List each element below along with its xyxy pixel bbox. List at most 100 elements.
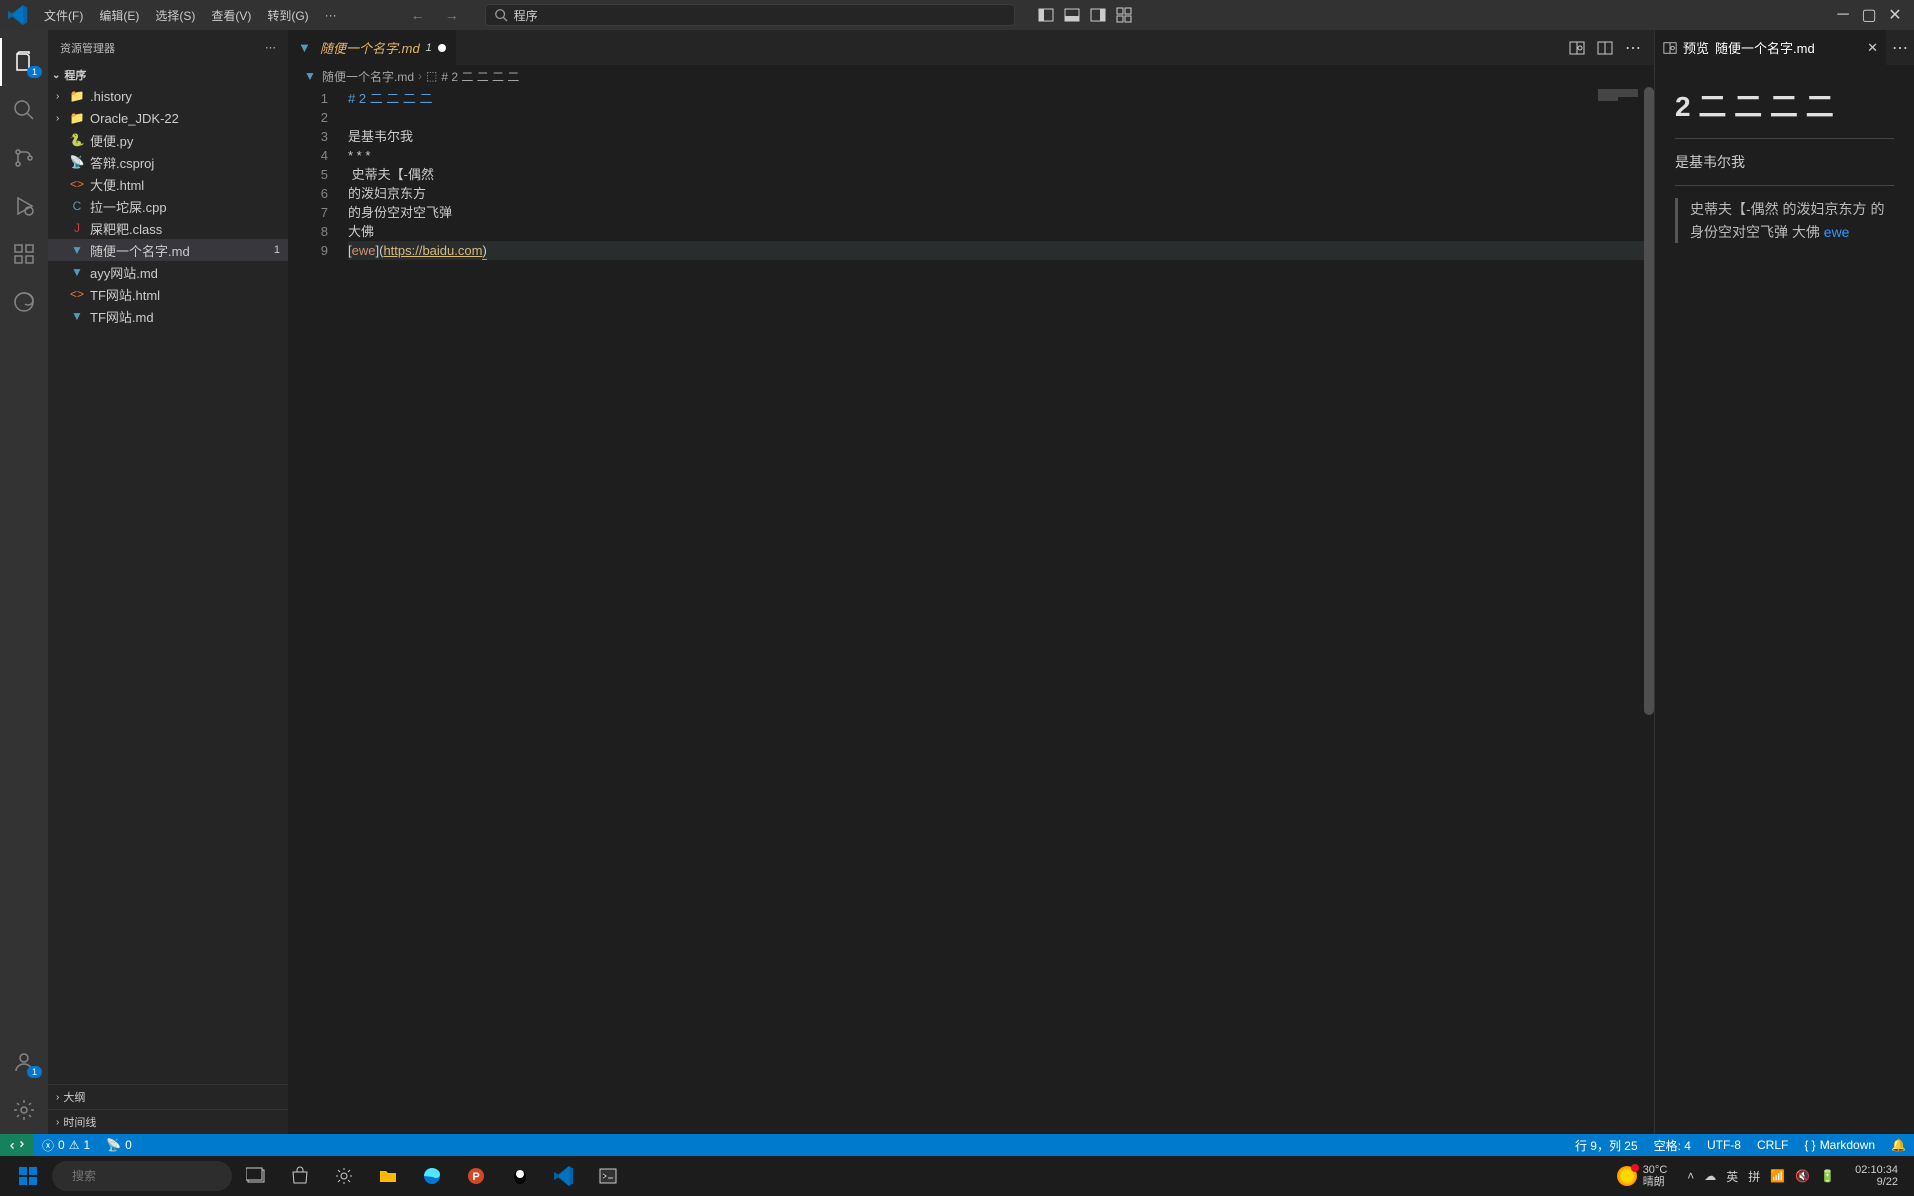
tree-file[interactable]: J屎粑粑.class bbox=[48, 217, 288, 239]
chevron-right-icon: › bbox=[56, 1117, 59, 1128]
status-notifications[interactable]: 🔔 bbox=[1883, 1134, 1914, 1156]
tree-file[interactable]: 📡答辩.csproj bbox=[48, 151, 288, 173]
tray-battery-icon[interactable]: 🔋 bbox=[1820, 1169, 1835, 1183]
activity-settings[interactable] bbox=[0, 1086, 48, 1134]
menu-view[interactable]: 查看(V) bbox=[203, 7, 259, 24]
menu-file[interactable]: 文件(F) bbox=[36, 7, 91, 24]
markdown-icon: ▼ bbox=[304, 69, 318, 83]
tree-file[interactable]: <>TF网站.html bbox=[48, 283, 288, 305]
status-encoding[interactable]: UTF-8 bbox=[1699, 1134, 1749, 1156]
window-minimize-button[interactable]: ─ bbox=[1832, 4, 1854, 26]
code-content[interactable]: # 2 二 二 二 二 是基韦尔我 * * * 史蒂夫【-偶然 的泼妇京东方 的… bbox=[348, 87, 1654, 1134]
editor-scrollbar[interactable] bbox=[1640, 87, 1654, 1134]
toggle-secondary-sidebar-icon[interactable] bbox=[1087, 4, 1109, 26]
editor-tab[interactable]: ▼ 随便一个名字.md 1 bbox=[288, 30, 457, 65]
python-icon: 🐍 bbox=[68, 133, 86, 147]
activity-search[interactable] bbox=[0, 86, 48, 134]
folder-header[interactable]: ⌄ 程序 bbox=[48, 65, 288, 85]
command-center[interactable] bbox=[485, 4, 1015, 26]
remote-button[interactable] bbox=[0, 1134, 34, 1156]
taskbar-vscode[interactable] bbox=[544, 1156, 584, 1196]
taskbar-explorer[interactable] bbox=[368, 1156, 408, 1196]
tree-file[interactable]: ▼ayy网站.md bbox=[48, 261, 288, 283]
nav-forward-button[interactable]: → bbox=[439, 5, 465, 25]
tree-file[interactable]: C拉一坨屎.cpp bbox=[48, 195, 288, 217]
taskbar-store[interactable] bbox=[280, 1156, 320, 1196]
taskbar-powerpoint[interactable]: P bbox=[456, 1156, 496, 1196]
status-spaces[interactable]: 空格: 4 bbox=[1646, 1134, 1699, 1156]
status-ports[interactable]: 📡0 bbox=[98, 1134, 140, 1156]
split-editor-button[interactable] bbox=[1594, 37, 1616, 59]
tray-chevron-icon[interactable]: ˄ bbox=[1687, 1169, 1694, 1183]
close-preview-button[interactable]: ✕ bbox=[1867, 40, 1878, 56]
start-button[interactable] bbox=[8, 1156, 48, 1196]
tray-volume-icon[interactable]: 🔇 bbox=[1795, 1169, 1810, 1183]
menu-selection[interactable]: 选择(S) bbox=[147, 7, 203, 24]
activity-extensions[interactable] bbox=[0, 230, 48, 278]
code-editor[interactable]: 1 2 3 4 5 6 7 8 9 # 2 二 二 二 二 是基韦尔我 * * … bbox=[288, 87, 1654, 1134]
breadcrumb-file[interactable]: 随便一个名字.md bbox=[322, 68, 414, 85]
taskbar-qq[interactable] bbox=[500, 1156, 540, 1196]
preview-more-button[interactable]: ⋯ bbox=[1886, 30, 1914, 65]
preview-tab[interactable]: 预览 随便一个名字.md ✕ bbox=[1655, 30, 1886, 65]
toggle-primary-sidebar-icon[interactable] bbox=[1035, 4, 1057, 26]
symbol-icon: ⬚ bbox=[426, 69, 437, 83]
more-actions-button[interactable]: ⋯ bbox=[1622, 37, 1644, 59]
preview-link[interactable]: ewe bbox=[1824, 224, 1850, 240]
activity-accounts[interactable]: 1 bbox=[0, 1038, 48, 1086]
taskbar-terminal[interactable] bbox=[588, 1156, 628, 1196]
tray-onedrive-icon[interactable]: ☁ bbox=[1704, 1169, 1716, 1183]
menu-edit[interactable]: 编辑(E) bbox=[91, 7, 147, 24]
tree-folder[interactable]: ›📁Oracle_JDK-22 bbox=[48, 107, 288, 129]
accounts-badge: 1 bbox=[27, 1066, 42, 1078]
windows-taskbar: P 30°C 晴朗 ˄ ☁ 英 拼 📶 🔇 🔋 02:10:34 9/22 bbox=[0, 1156, 1914, 1196]
breadcrumb[interactable]: ▼ 随便一个名字.md › ⬚ # 2 二 二 二 二 bbox=[288, 65, 1654, 87]
taskbar-clock[interactable]: 02:10:34 9/22 bbox=[1847, 1164, 1906, 1188]
taskbar-edge[interactable] bbox=[412, 1156, 452, 1196]
tray-ime1[interactable]: 英 bbox=[1726, 1168, 1738, 1185]
tree-folder[interactable]: ›📁.history bbox=[48, 85, 288, 107]
tree-file[interactable]: 🐍便便.py bbox=[48, 129, 288, 151]
sidebar-more-button[interactable]: ⋯ bbox=[265, 41, 276, 54]
markdown-preview[interactable]: 2 二 二 二 二 是基韦尔我 史蒂夫【-偶然 的泼妇京东方 的身份空对空飞弹 … bbox=[1655, 65, 1914, 273]
activity-scm[interactable] bbox=[0, 134, 48, 182]
open-preview-side-button[interactable] bbox=[1566, 37, 1588, 59]
tab-label: 随便一个名字.md bbox=[320, 38, 420, 57]
taskbar-settings[interactable] bbox=[324, 1156, 364, 1196]
customize-layout-icon[interactable] bbox=[1113, 4, 1135, 26]
activity-edge[interactable] bbox=[0, 278, 48, 326]
tree-file[interactable]: <>大便.html bbox=[48, 173, 288, 195]
system-tray[interactable]: ˄ ☁ 英 拼 📶 🔇 🔋 bbox=[1679, 1168, 1843, 1185]
timeline-section[interactable]: ›时间线 bbox=[48, 1109, 288, 1134]
breadcrumb-symbol[interactable]: # 2 二 二 二 二 bbox=[441, 68, 519, 85]
outline-section[interactable]: ›大纲 bbox=[48, 1084, 288, 1109]
taskbar-weather[interactable]: 30°C 晴朗 bbox=[1609, 1164, 1676, 1188]
taskbar-search[interactable] bbox=[52, 1161, 232, 1191]
explorer-sidebar: 资源管理器 ⋯ ⌄ 程序 ›📁.history ›📁Oracle_JDK-22 … bbox=[48, 30, 288, 1134]
toggle-panel-icon[interactable] bbox=[1061, 4, 1083, 26]
weather-desc: 晴朗 bbox=[1643, 1176, 1668, 1188]
tree-file[interactable]: ▼TF网站.md bbox=[48, 305, 288, 327]
taskbar-search-input[interactable] bbox=[72, 1169, 227, 1183]
tab-problem-badge: 1 bbox=[426, 42, 432, 54]
window-maximize-button[interactable]: ▢ bbox=[1858, 4, 1880, 26]
tray-ime2[interactable]: 拼 bbox=[1748, 1168, 1760, 1185]
activity-explorer[interactable]: 1 bbox=[0, 38, 48, 86]
weather-icon bbox=[1617, 1166, 1637, 1186]
tree-file[interactable]: ▼随便一个名字.md1 bbox=[48, 239, 288, 261]
nav-back-button[interactable]: ← bbox=[405, 5, 431, 25]
status-problems[interactable]: ⓧ0 ⚠1 bbox=[34, 1134, 98, 1156]
tray-wifi-icon[interactable]: 📶 bbox=[1770, 1169, 1785, 1183]
cpp-icon: C bbox=[68, 199, 86, 213]
command-center-input[interactable] bbox=[514, 8, 1006, 22]
status-eol[interactable]: CRLF bbox=[1749, 1134, 1796, 1156]
activity-debug[interactable] bbox=[0, 182, 48, 230]
status-cursor[interactable]: 行 9，列 25 bbox=[1567, 1134, 1646, 1156]
braces-icon: { } bbox=[1804, 1138, 1815, 1152]
main-area: 1 1 资源管理器 ⋯ ⌄ 程序 ›📁.history ›📁Oracle_JDK… bbox=[0, 30, 1914, 1134]
task-view-button[interactable] bbox=[236, 1156, 276, 1196]
menu-more[interactable]: ··· bbox=[317, 8, 345, 22]
menu-go[interactable]: 转到(G) bbox=[259, 7, 316, 24]
status-language[interactable]: { }Markdown bbox=[1796, 1134, 1883, 1156]
window-close-button[interactable]: ✕ bbox=[1884, 4, 1906, 26]
